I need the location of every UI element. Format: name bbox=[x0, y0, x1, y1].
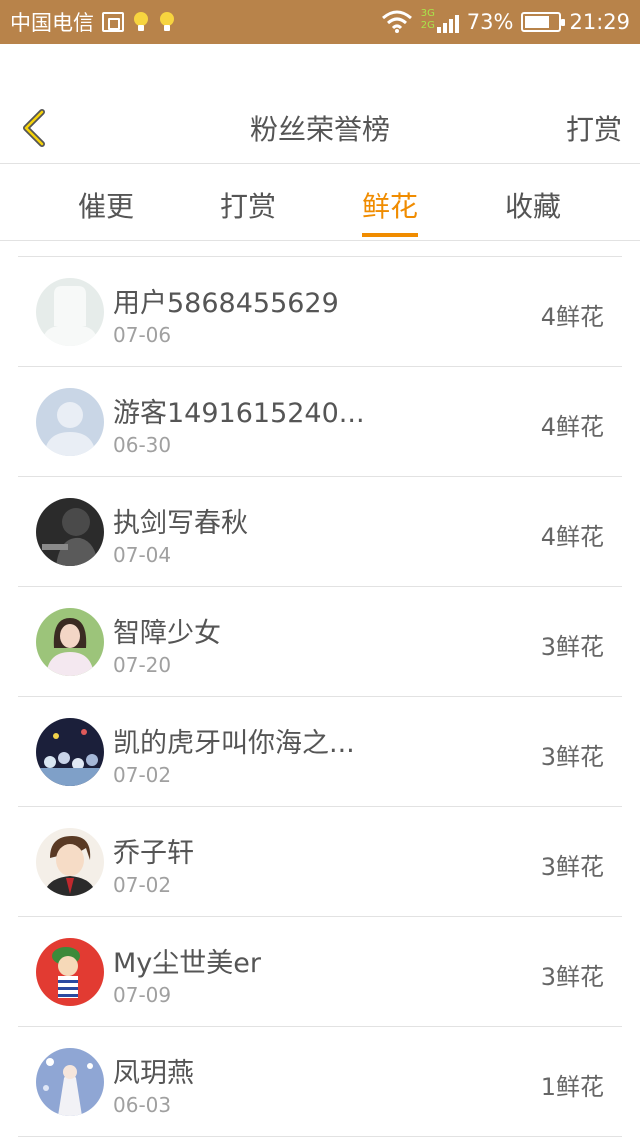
fan-date: 07-09 bbox=[113, 983, 172, 1007]
flower-count: 4鲜花 bbox=[540, 413, 604, 441]
carrier-label: 中国电信 bbox=[10, 11, 94, 35]
red-cartoon-icon bbox=[36, 938, 104, 1006]
clock: 21:29 bbox=[569, 10, 630, 34]
flower-count: 3鲜花 bbox=[540, 743, 604, 771]
page-title: 粉丝荣誉榜 bbox=[249, 113, 390, 146]
blue-illustration-icon bbox=[36, 1048, 104, 1116]
tab-reward[interactable]: 打赏 bbox=[220, 185, 276, 237]
reward-button[interactable]: 打赏 bbox=[566, 108, 622, 148]
tab-flowers[interactable]: 鲜花 bbox=[362, 185, 419, 237]
default-user-icon bbox=[36, 278, 104, 346]
avatar bbox=[36, 938, 104, 1006]
fan-date: 07-06 bbox=[113, 323, 172, 347]
flower-count: 3鲜花 bbox=[540, 853, 604, 881]
tab-favorites[interactable]: 收藏 bbox=[505, 185, 561, 237]
active-tab-indicator bbox=[362, 233, 419, 237]
fan-name: 乔子轩 bbox=[113, 838, 194, 869]
battery-fill bbox=[525, 16, 549, 28]
fan-date: 07-02 bbox=[113, 763, 172, 787]
status-left: 中国电信 bbox=[10, 7, 176, 37]
lightbulb-icon bbox=[158, 12, 176, 32]
fan-date: 06-03 bbox=[113, 1093, 172, 1117]
list-item[interactable]: 智障少女 07-20 3鲜花 bbox=[18, 587, 622, 697]
list-item[interactable]: 乔子轩 07-02 3鲜花 bbox=[18, 807, 622, 917]
network-type-bottom: 2G bbox=[420, 20, 435, 31]
list-item[interactable]: 执剑写春秋 07-04 4鲜花 bbox=[18, 477, 622, 587]
avatar bbox=[36, 498, 104, 566]
tab-bar: 催更 打赏 鲜花 收藏 bbox=[0, 165, 640, 241]
avatar bbox=[36, 608, 104, 676]
sim-card-icon bbox=[102, 12, 124, 32]
fan-date: 06-30 bbox=[113, 433, 172, 457]
list-item[interactable]: 凯的虎牙叫你海之... 07-02 3鲜花 bbox=[18, 697, 622, 807]
status-right: 3G 2G 73% 21:29 bbox=[381, 8, 630, 34]
girl-photo-icon bbox=[36, 608, 104, 676]
avatar bbox=[36, 1048, 104, 1116]
tab-urge[interactable]: 催更 bbox=[78, 185, 134, 237]
tab-label: 打赏 bbox=[220, 190, 277, 223]
list-item[interactable]: 游客1491615240... 06-30 4鲜花 bbox=[18, 367, 622, 477]
fan-list: 用户5868455629 07-06 4鲜花 游客1491615240... 0… bbox=[18, 256, 622, 1137]
fan-name: My尘世美er bbox=[113, 948, 261, 979]
flower-count: 4鲜花 bbox=[540, 303, 604, 331]
list-item[interactable]: 凤玥燕 06-03 1鲜花 bbox=[18, 1027, 622, 1137]
status-bar: 中国电信 3G 2G 73% 21:29 bbox=[0, 0, 640, 44]
fan-date: 07-20 bbox=[113, 653, 172, 677]
avatar bbox=[36, 278, 104, 346]
flower-count: 3鲜花 bbox=[540, 963, 604, 991]
tab-label: 收藏 bbox=[505, 190, 562, 223]
crowd-photo-icon bbox=[36, 718, 104, 786]
dark-photo-icon bbox=[36, 498, 104, 566]
cell-signal-icon: 3G 2G bbox=[420, 8, 459, 33]
lightbulb-icon bbox=[132, 12, 150, 32]
fan-name: 游客1491615240... bbox=[113, 398, 365, 429]
fan-date: 07-04 bbox=[113, 543, 172, 567]
flower-count: 1鲜花 bbox=[540, 1073, 604, 1101]
list-item[interactable]: 用户5868455629 07-06 4鲜花 bbox=[18, 257, 622, 367]
battery-percent: 73% bbox=[466, 10, 514, 34]
fan-name: 凯的虎牙叫你海之... bbox=[113, 728, 355, 759]
network-type-top: 3G bbox=[420, 8, 435, 19]
list-item[interactable]: My尘世美er 07-09 3鲜花 bbox=[18, 917, 622, 1027]
fan-date: 07-02 bbox=[113, 873, 172, 897]
fan-name: 凤玥燕 bbox=[113, 1058, 194, 1089]
flower-count: 3鲜花 bbox=[540, 633, 604, 661]
tab-label: 催更 bbox=[78, 190, 135, 223]
anime-boy-icon bbox=[36, 828, 104, 896]
avatar bbox=[36, 718, 104, 786]
default-user-icon bbox=[36, 388, 104, 456]
wifi-icon bbox=[381, 10, 412, 33]
nav-bar: 粉丝荣誉榜 打赏 bbox=[0, 90, 640, 164]
avatar bbox=[36, 828, 104, 896]
tab-label: 鲜花 bbox=[362, 190, 419, 223]
fan-name: 智障少女 bbox=[113, 618, 221, 649]
fan-name: 用户5868455629 bbox=[113, 288, 339, 319]
fan-name: 执剑写春秋 bbox=[113, 508, 248, 539]
battery-icon bbox=[521, 12, 566, 32]
flower-count: 4鲜花 bbox=[540, 523, 604, 551]
avatar bbox=[36, 388, 104, 456]
